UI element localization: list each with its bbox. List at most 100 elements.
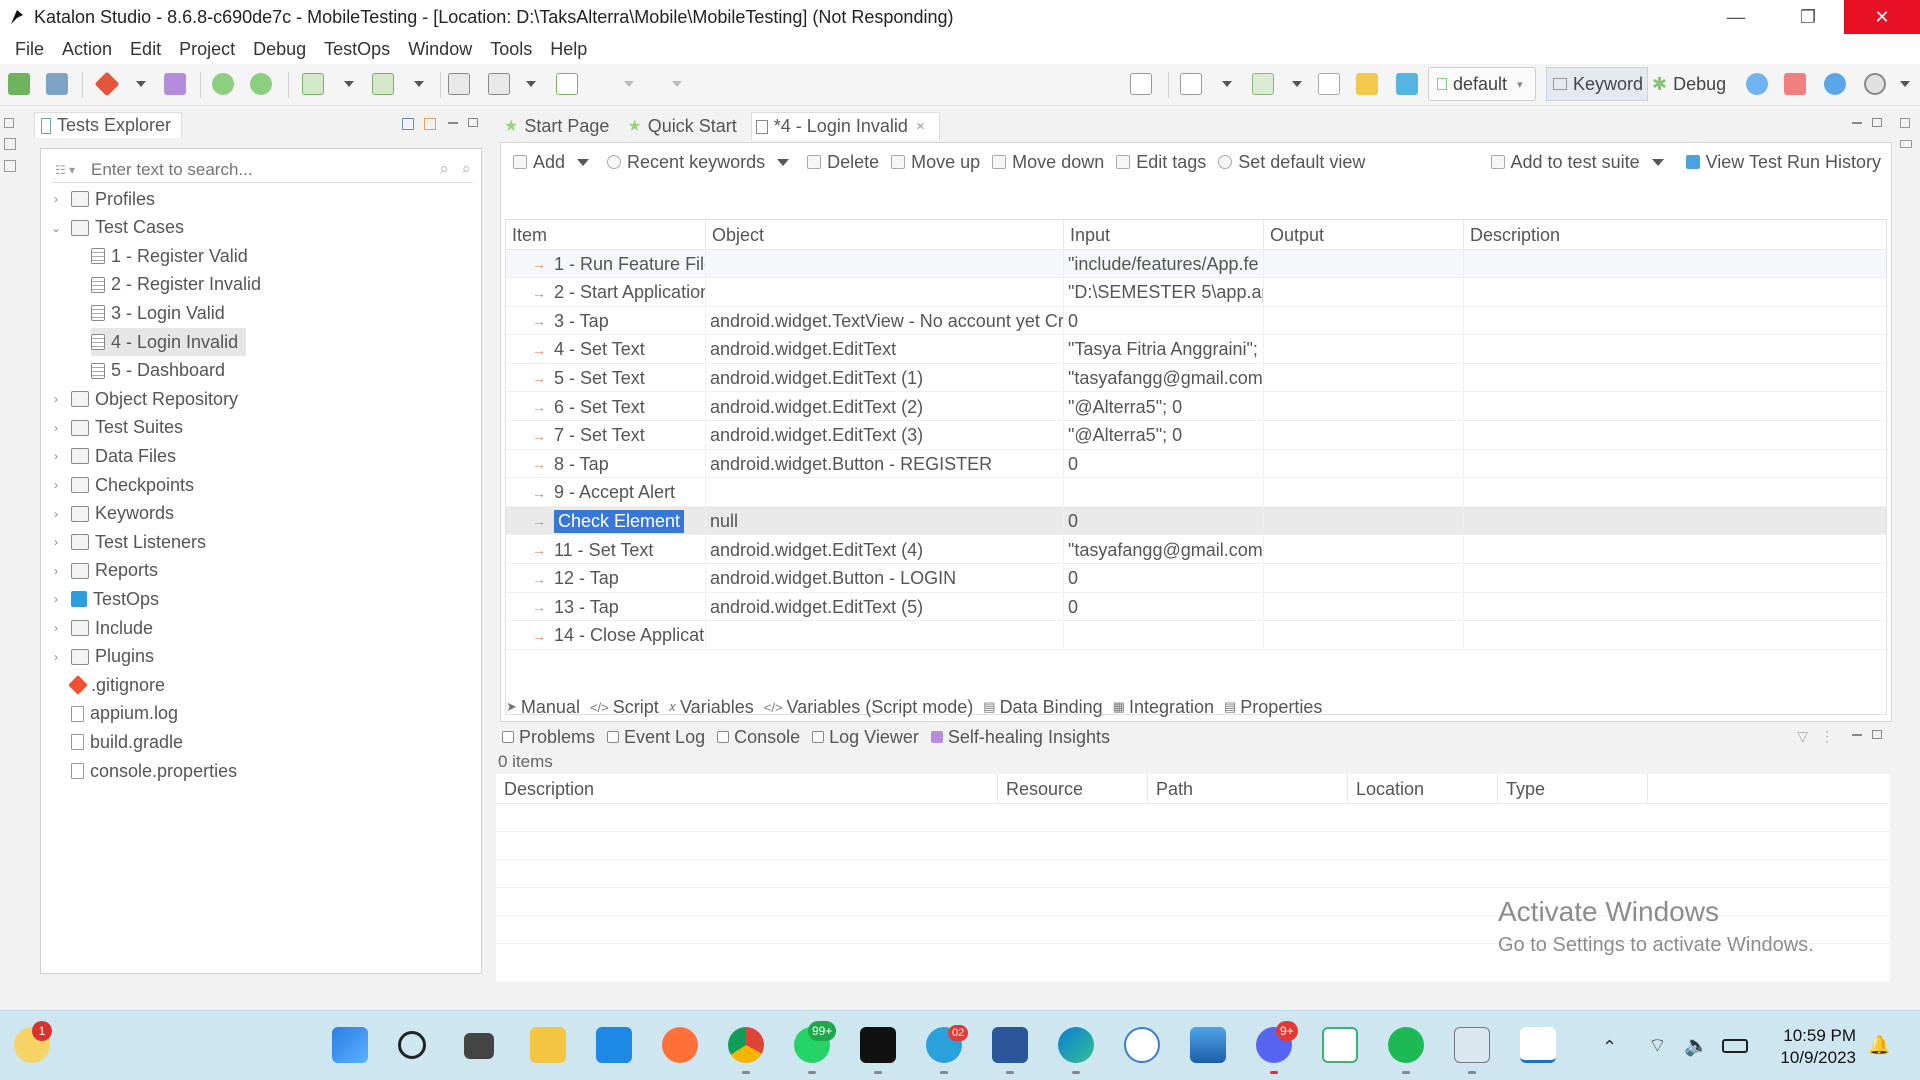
debug-dropdown-icon[interactable] xyxy=(1292,81,1302,87)
cell-description[interactable] xyxy=(1464,364,1886,392)
testops-icon[interactable] xyxy=(1396,73,1418,95)
cell-output[interactable] xyxy=(1264,450,1464,479)
cell-object[interactable]: android.widget.EditText (1) xyxy=(706,364,1064,393)
new-test-case-icon[interactable] xyxy=(302,73,324,95)
web-record-icon[interactable] xyxy=(250,73,272,95)
tab-variables-script[interactable]: </> Variables (Script mode) xyxy=(764,697,974,718)
cell-item[interactable]: → 5 - Set Text xyxy=(506,364,706,393)
recent-keywords-button[interactable]: Recent keywords xyxy=(607,152,790,173)
cell-output[interactable] xyxy=(1264,478,1464,507)
cell-output[interactable] xyxy=(1264,393,1464,421)
move-up-button[interactable]: Move up xyxy=(891,152,980,173)
editor-maximize-icon[interactable] xyxy=(1872,118,1882,127)
cell-object[interactable]: android.widget.EditText (4) xyxy=(706,536,1064,564)
file-explorer-icon[interactable] xyxy=(530,1027,566,1063)
performance-monitor-icon[interactable] xyxy=(1454,1027,1490,1063)
chrome-icon[interactable] xyxy=(728,1027,764,1063)
column-resource[interactable]: Resource xyxy=(998,774,1148,804)
start-icon[interactable] xyxy=(332,1027,368,1063)
expand-toggle-icon[interactable]: › xyxy=(49,564,63,578)
column-object[interactable]: Object xyxy=(706,220,1064,250)
cell-description[interactable] xyxy=(1464,507,1886,535)
expand-toggle-icon[interactable]: › xyxy=(49,592,63,606)
table-row[interactable]: → 7 - Set Text android.widget.EditText (3)… xyxy=(506,421,1886,450)
column-item[interactable]: Item xyxy=(506,220,706,250)
cell-output[interactable] xyxy=(1264,621,1464,650)
screen-icon[interactable] xyxy=(488,73,510,95)
tree-item[interactable]: 5 - Dashboard xyxy=(91,357,225,385)
app-store-icon[interactable] xyxy=(1124,1027,1160,1063)
expand-toggle-icon[interactable]: ⌄ xyxy=(49,221,63,235)
menu-help[interactable]: Help xyxy=(541,39,596,60)
add-to-test-suite-button[interactable]: Add to test suite xyxy=(1490,152,1664,173)
tree-item[interactable]: appium.log xyxy=(49,700,178,728)
menu-action[interactable]: Action xyxy=(53,39,121,60)
cell-item[interactable]: → 12 - Tap xyxy=(506,564,706,593)
task-view-icon[interactable] xyxy=(464,1033,494,1059)
terminal-icon[interactable] xyxy=(448,73,470,95)
column-path[interactable]: Path xyxy=(1148,774,1348,804)
firefox-icon[interactable] xyxy=(662,1027,698,1063)
search-icon[interactable]: ⌕ xyxy=(439,159,449,179)
expand-toggle-icon[interactable]: › xyxy=(49,478,63,492)
cell-object[interactable] xyxy=(706,250,1064,278)
maximize-button[interactable]: ❐ xyxy=(1772,0,1844,34)
cell-item[interactable]: → 11 - Set Text xyxy=(506,536,706,564)
cell-output[interactable] xyxy=(1264,593,1464,622)
tab-event-log[interactable]: Event Log xyxy=(607,727,705,748)
save-icon[interactable] xyxy=(8,73,30,95)
cell-description[interactable] xyxy=(1464,593,1886,621)
tree-item[interactable]: .gitignore xyxy=(49,671,165,699)
menu-project[interactable]: Project xyxy=(170,39,244,60)
web-spy-icon[interactable] xyxy=(212,73,234,95)
cell-input[interactable]: "@Alterra5"; 0 xyxy=(1064,421,1264,450)
cell-item[interactable]: → 14 - Close Application xyxy=(506,621,706,650)
table-row[interactable]: → 6 - Set Text android.widget.EditText (2)… xyxy=(506,393,1886,421)
cell-description[interactable] xyxy=(1464,479,1886,507)
run-icon[interactable] xyxy=(1180,73,1202,95)
tab-data-binding[interactable]: ▤ Data Binding xyxy=(983,697,1102,718)
table-row[interactable]: → 14 - Close Application xyxy=(506,621,1886,650)
column-description[interactable]: Description xyxy=(496,774,998,804)
edge-icon[interactable] xyxy=(1058,1027,1094,1063)
cell-input[interactable]: 0 xyxy=(1064,593,1264,622)
photos-icon[interactable] xyxy=(1190,1027,1226,1063)
forward-dropdown-icon[interactable] xyxy=(672,81,682,87)
cell-object[interactable]: android.widget.EditText xyxy=(706,335,1064,364)
cell-output[interactable] xyxy=(1264,307,1464,336)
chevron-up-icon[interactable]: ⌃ xyxy=(1602,1037,1622,1057)
cell-output[interactable] xyxy=(1264,536,1464,564)
console-icon[interactable] xyxy=(1130,73,1152,95)
cell-object[interactable]: android.widget.Button - REGISTER xyxy=(706,450,1064,479)
tab-quick-start[interactable]: ★ Quick Start xyxy=(623,112,750,140)
cell-output[interactable] xyxy=(1264,421,1464,450)
tree-item[interactable]: 2 - Register Invalid xyxy=(91,271,261,299)
expand-toggle-icon[interactable]: › xyxy=(49,507,63,521)
tree-item[interactable]: › Keywords xyxy=(49,500,174,528)
edit-tags-button[interactable]: Edit tags xyxy=(1116,152,1206,173)
debug-perspective-button[interactable]: ✱ Debug xyxy=(1652,67,1726,101)
cell-object[interactable] xyxy=(706,478,1064,507)
menu-edit[interactable]: Edit xyxy=(121,39,170,60)
outline-icon[interactable] xyxy=(1900,140,1912,148)
cell-description[interactable] xyxy=(1464,622,1886,650)
menu-testops[interactable]: TestOps xyxy=(315,39,399,60)
save-all-icon[interactable] xyxy=(46,73,68,95)
cell-item[interactable]: → 7 - Set Text xyxy=(506,421,706,450)
cell-output[interactable] xyxy=(1264,507,1464,536)
cell-description[interactable] xyxy=(1464,450,1886,478)
cell-output[interactable] xyxy=(1264,335,1464,364)
delete-button[interactable]: Delete xyxy=(807,152,879,173)
account-icon[interactable] xyxy=(1864,73,1886,95)
minimize-icon[interactable] xyxy=(448,122,458,124)
tab-close-icon[interactable]: ✕ xyxy=(916,120,925,133)
restore-icon[interactable] xyxy=(4,118,14,128)
cell-input[interactable]: "Tasya Fitria Anggraini"; ( xyxy=(1064,335,1264,364)
table-icon[interactable] xyxy=(4,160,16,172)
profile-select[interactable]: default ▾ xyxy=(1428,67,1536,101)
view-test-run-history-button[interactable]: View Test Run History xyxy=(1685,152,1881,173)
table-row[interactable]: → 11 - Set Text android.widget.EditText (4… xyxy=(506,536,1886,564)
spotify-icon[interactable] xyxy=(1388,1027,1424,1063)
cell-item[interactable]: → 2 - Start Application xyxy=(506,278,706,307)
table-row[interactable]: → 12 - Tap android.widget.Button - LOGIN 0 xyxy=(506,564,1886,593)
